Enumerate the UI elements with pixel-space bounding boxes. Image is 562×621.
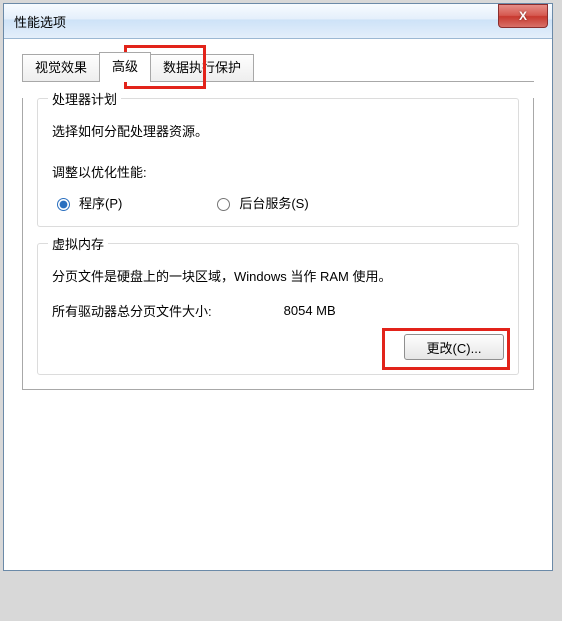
vm-desc: 分页文件是硬盘上的一块区域，Windows 当作 RAM 使用。 bbox=[52, 266, 504, 285]
group-title: 处理器计划 bbox=[48, 89, 121, 108]
tab-label: 数据执行保护 bbox=[163, 60, 241, 75]
radio-programs[interactable]: 程序(P) bbox=[52, 193, 122, 212]
group-processor-scheduling: 处理器计划 选择如何分配处理器资源。 调整以优化性能: 程序(P) 后台服务(S… bbox=[37, 98, 519, 227]
change-button-label: 更改(C)... bbox=[427, 341, 482, 356]
radio-services-input[interactable] bbox=[217, 198, 230, 211]
performance-options-window: 性能选项 X 视觉效果 高级 数据执行保护 处理器计划 选择如何分配处理器资源。… bbox=[3, 3, 553, 571]
group-virtual-memory: 虚拟内存 分页文件是硬盘上的一块区域，Windows 当作 RAM 使用。 所有… bbox=[37, 243, 519, 375]
window-title: 性能选项 bbox=[14, 12, 66, 31]
processor-desc: 选择如何分配处理器资源。 bbox=[52, 121, 504, 140]
close-icon: X bbox=[519, 9, 527, 23]
tab-label: 高级 bbox=[112, 59, 138, 74]
titlebar: 性能选项 X bbox=[4, 4, 552, 39]
tab-advanced[interactable]: 高级 bbox=[99, 52, 151, 81]
tab-label: 视觉效果 bbox=[35, 60, 87, 75]
radio-services-label: 后台服务(S) bbox=[239, 193, 308, 212]
tab-visual-effects[interactable]: 视觉效果 bbox=[22, 54, 100, 81]
client-area: 视觉效果 高级 数据执行保护 处理器计划 选择如何分配处理器资源。 调整以优化性… bbox=[4, 39, 552, 570]
change-button[interactable]: 更改(C)... bbox=[404, 334, 504, 360]
radio-programs-label: 程序(P) bbox=[79, 193, 122, 212]
radio-background-services[interactable]: 后台服务(S) bbox=[212, 193, 308, 212]
vm-total-line: 所有驱动器总分页文件大小: 8054 MB bbox=[52, 301, 504, 320]
vm-total-label: 所有驱动器总分页文件大小: bbox=[52, 301, 212, 320]
tab-panel-advanced: 处理器计划 选择如何分配处理器资源。 调整以优化性能: 程序(P) 后台服务(S… bbox=[22, 98, 534, 390]
tab-dep[interactable]: 数据执行保护 bbox=[150, 54, 254, 81]
vm-total-value: 8054 MB bbox=[284, 303, 336, 318]
tabstrip: 视觉效果 高级 数据执行保护 bbox=[22, 53, 534, 82]
vm-button-row: 更改(C)... bbox=[52, 334, 504, 360]
close-button[interactable]: X bbox=[498, 4, 548, 28]
group-title: 虚拟内存 bbox=[48, 234, 108, 253]
radio-programs-input[interactable] bbox=[57, 198, 70, 211]
processor-radios: 程序(P) 后台服务(S) bbox=[52, 193, 504, 212]
adjust-label: 调整以优化性能: bbox=[52, 162, 504, 181]
